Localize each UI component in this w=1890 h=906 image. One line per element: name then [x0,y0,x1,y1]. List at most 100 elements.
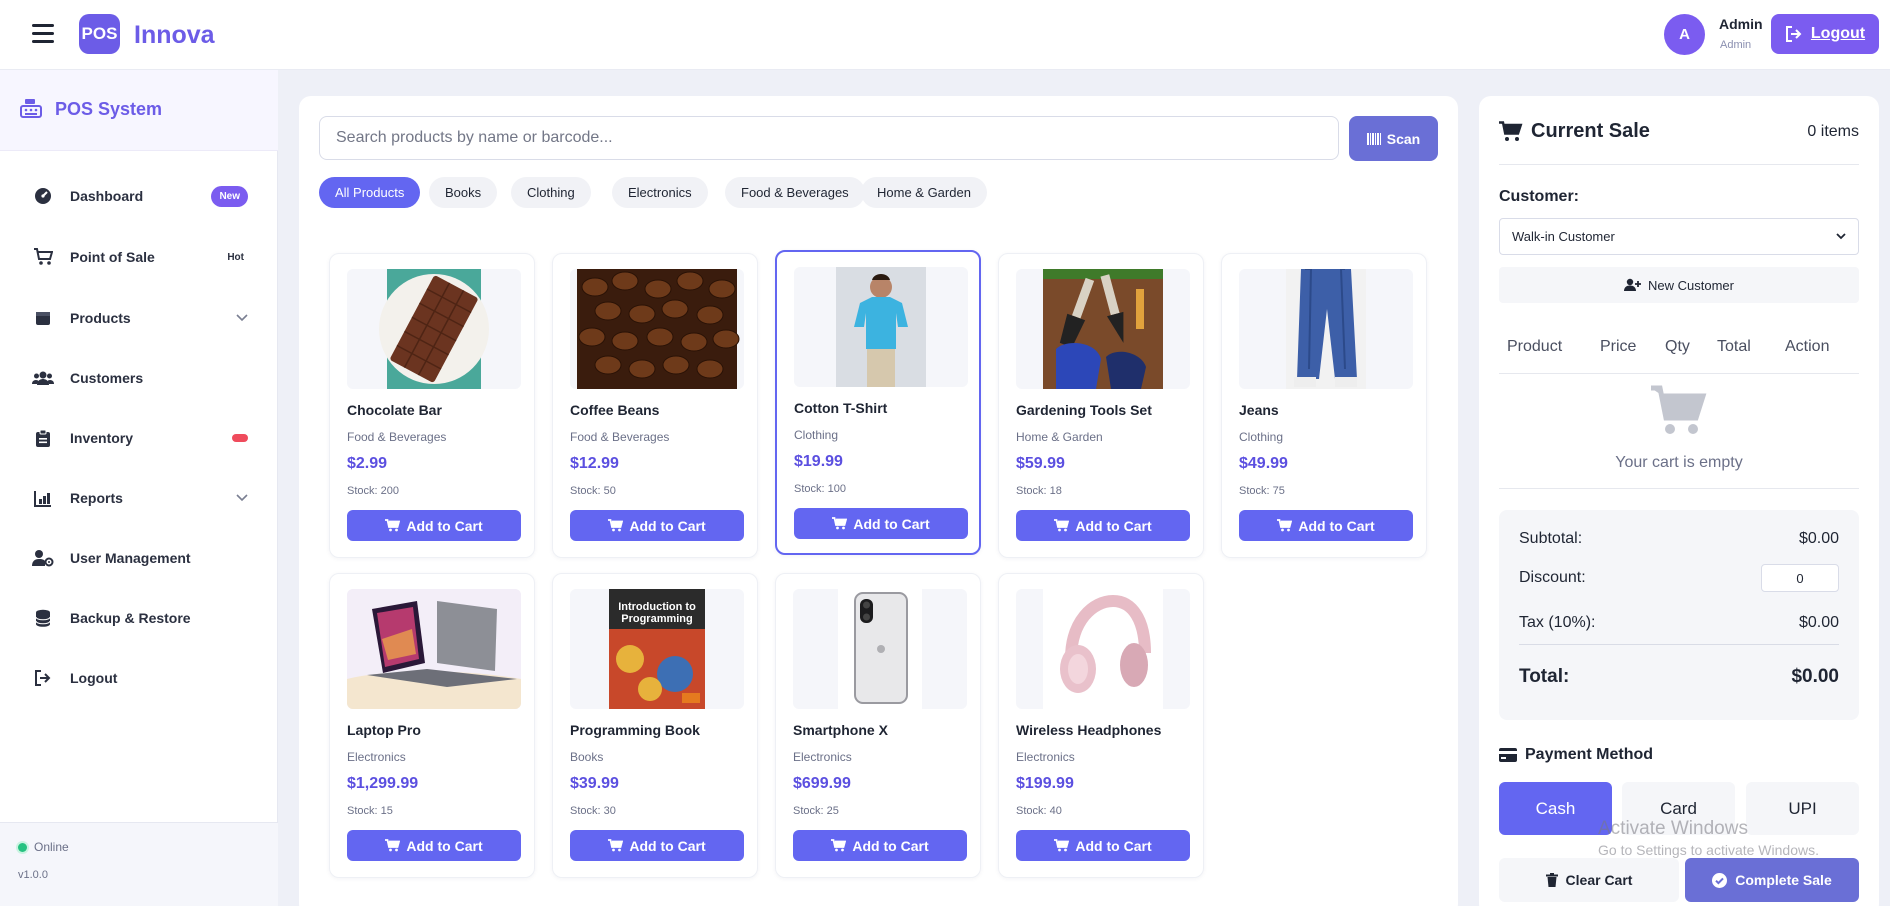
add-to-cart-button[interactable]: Add to Cart [570,830,744,861]
sidebar-item-customers[interactable]: Customers [20,356,258,400]
product-category: Electronics [1016,750,1075,764]
sidebar-item-inventory[interactable]: Inventory [20,416,258,460]
customer-select-value: Walk-in Customer [1512,229,1615,244]
filter-food-beverages[interactable]: Food & Beverages [725,177,865,208]
product-stock: Stock: 40 [1016,805,1062,817]
discount-input[interactable]: 0 [1761,564,1839,592]
product-card[interactable]: Smartphone X Electronics $699.99 Stock: … [775,573,981,878]
filter-books[interactable]: Books [429,177,498,208]
cart-panel: Current Sale 0 items Customer: Walk-in C… [1479,96,1879,906]
add-to-cart-button[interactable]: Add to Cart [794,508,968,539]
sidebar-item-label: Backup & Restore [70,610,191,626]
subtotal-label: Subtotal: [1519,530,1583,547]
search-input[interactable] [319,116,1339,160]
product-name: Cotton T-Shirt [794,400,888,416]
column-price: Price [1600,338,1637,355]
product-category: Food & Beverages [570,430,670,444]
product-card[interactable]: Jeans Clothing $49.99 Stock: 75 Add to C… [1221,253,1427,558]
filter-all-products[interactable]: All Products [319,177,421,208]
add-to-cart-button[interactable]: Add to Cart [347,510,521,541]
logout-button[interactable]: Logout [1771,14,1879,54]
sidebar-item-label: Inventory [70,430,134,446]
product-card[interactable]: Gardening Tools Set Home & Garden $59.99… [998,253,1204,558]
add-to-cart-button[interactable]: Add to Cart [1239,510,1413,541]
product-card[interactable]: Wireless Headphones Electronics $199.99 … [998,573,1204,878]
add-to-cart-label: Add to Cart [406,837,483,854]
add-to-cart-button[interactable]: Add to Cart [570,510,744,541]
credit-card-icon [1499,748,1517,762]
product-image-laptop [347,589,521,709]
column-qty: Qty [1665,338,1690,355]
add-to-cart-button[interactable]: Add to Cart [793,830,967,861]
product-price: $39.99 [570,775,619,792]
customer-select[interactable]: Walk-in Customer [1499,218,1859,255]
brand-name: Innova [134,21,215,49]
sidebar-item-user-management[interactable]: User Management [20,536,258,580]
filter-home-garden[interactable]: Home & Garden [861,177,987,208]
product-category: Clothing [1239,430,1284,444]
logout-icon [31,666,55,690]
tax-value: $0.00 [1798,614,1839,631]
add-to-cart-label: Add to Cart [852,837,929,854]
alert-badge [232,434,248,442]
filter-clothing[interactable]: Clothing [511,177,591,208]
sidebar-item-label: Logout [70,670,118,686]
payment-cash-button[interactable]: Cash [1499,782,1612,835]
cash-register-icon [20,99,42,118]
column-product: Product [1507,338,1563,355]
add-to-cart-button[interactable]: Add to Cart [1016,830,1190,861]
add-to-cart-button[interactable]: Add to Cart [347,830,521,861]
products-panel: Scan All Products Books Clothing Electro… [299,96,1458,906]
product-stock: Stock: 50 [570,485,616,497]
sidebar-item-point-of-sale[interactable]: Point of Sale Hot [20,235,258,279]
product-card[interactable]: Chocolate Bar Food & Beverages $2.99 Sto… [329,253,535,558]
product-card[interactable]: Introduction to Programming Programming … [552,573,758,878]
divider [1499,488,1859,489]
product-stock: Stock: 100 [794,483,846,495]
sidebar-item-products[interactable]: Products [20,296,258,340]
book-cover-title: Introduction to Programming [618,601,696,625]
chevron-down-icon[interactable] [236,494,248,502]
filter-electronics[interactable]: Electronics [612,177,708,208]
total-label: Total: [1519,666,1570,687]
cart-title-text: Current Sale [1531,120,1650,142]
logout-icon [1785,26,1802,42]
menu-icon[interactable] [32,24,54,44]
add-to-cart-button[interactable]: Add to Cart [1016,510,1190,541]
sidebar-item-backup-restore[interactable]: Backup & Restore [20,596,258,640]
empty-cart-icon [1651,385,1707,434]
avatar[interactable]: A [1664,14,1705,55]
online-status-dot [18,843,27,852]
sidebar-item-label: Products [70,310,131,326]
product-card-selected[interactable]: Cotton T-Shirt Clothing $19.99 Stock: 10… [775,250,981,555]
product-card[interactable]: Coffee Beans Food & Beverages $12.99 Sto… [552,253,758,558]
product-card[interactable]: Laptop Pro Electronics $1,299.99 Stock: … [329,573,535,878]
complete-sale-button[interactable]: Complete Sale [1685,858,1859,902]
cart-icon [608,839,624,852]
hot-badge: Hot [227,251,244,263]
sidebar-header: POS System [0,70,278,151]
product-category: Food & Beverages [347,430,447,444]
product-price: $2.99 [347,455,388,472]
divider [1499,164,1859,165]
cart-icon [1499,121,1523,141]
product-price: $59.99 [1016,455,1065,472]
cart-icon [31,245,55,269]
product-price: $1,299.99 [347,775,419,792]
product-stock: Stock: 200 [347,485,399,497]
sidebar-item-dashboard[interactable]: Dashboard New [20,174,258,218]
new-badge: New [211,185,248,207]
clear-cart-button[interactable]: Clear Cart [1499,858,1679,902]
chevron-down-icon[interactable] [236,314,248,322]
product-price: $199.99 [1016,775,1074,792]
scan-button[interactable]: Scan [1349,116,1438,161]
sidebar-item-reports[interactable]: Reports [20,476,258,520]
payment-upi-button[interactable]: UPI [1746,782,1859,835]
column-total: Total [1717,338,1751,355]
add-to-cart-label: Add to Cart [1075,517,1152,534]
product-image-chocolate [347,269,521,389]
dashboard-icon [31,184,55,208]
new-customer-button[interactable]: New Customer [1499,267,1859,303]
sidebar-item-logout[interactable]: Logout [20,656,258,700]
chevron-down-icon [1836,233,1846,240]
